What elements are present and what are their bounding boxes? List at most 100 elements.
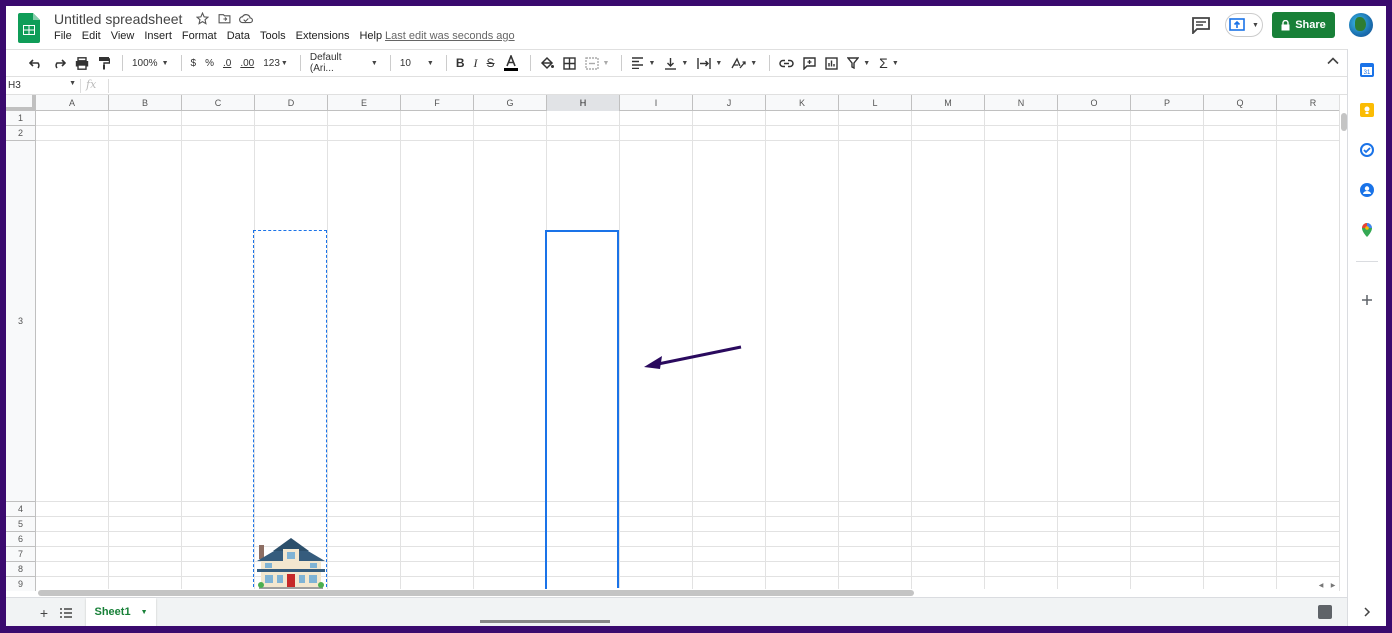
menu-insert[interactable]: Insert	[144, 30, 177, 42]
zoom-select[interactable]: 100% ▼	[129, 53, 172, 73]
menu-help[interactable]: Help	[359, 30, 387, 42]
row-header-6[interactable]: 6	[6, 532, 36, 547]
share-button[interactable]: Share	[1272, 12, 1335, 38]
column-header-d[interactable]: D	[255, 95, 328, 111]
vertical-scrollbar[interactable]	[1339, 95, 1347, 591]
row-header-7[interactable]: 7	[6, 547, 36, 562]
move-folder-icon[interactable]	[216, 10, 232, 26]
menu-file[interactable]: File	[54, 30, 77, 42]
maps-icon[interactable]	[1360, 223, 1374, 237]
chevron-down-icon: ▼	[161, 59, 169, 67]
keep-icon[interactable]	[1360, 103, 1374, 117]
column-header-o[interactable]: O	[1058, 95, 1131, 111]
horizontal-scroll-thumb[interactable]	[38, 590, 914, 596]
menu-view[interactable]: View	[111, 30, 140, 42]
font-size-select[interactable]: 10 ▼	[397, 53, 437, 73]
borders-button[interactable]	[560, 53, 579, 73]
show-side-panel-icon[interactable]	[1360, 605, 1374, 619]
filter-button[interactable]: ▼	[844, 53, 873, 73]
menu-format[interactable]: Format	[182, 30, 222, 42]
column-header-i[interactable]: I	[620, 95, 693, 111]
column-header-j[interactable]: J	[693, 95, 766, 111]
column-header-e[interactable]: E	[328, 95, 401, 111]
cloud-saved-icon[interactable]	[238, 10, 254, 26]
increase-decimal-label: .00	[240, 57, 255, 69]
functions-button[interactable]: Σ ▼	[876, 53, 902, 73]
italic-button[interactable]: I	[471, 53, 481, 73]
percent-format-button[interactable]: %	[202, 53, 217, 73]
contacts-icon[interactable]	[1360, 183, 1374, 197]
number-format-select[interactable]: 123 ▼	[260, 53, 291, 73]
row-header-4[interactable]: 4	[6, 502, 36, 517]
get-addons-icon[interactable]	[1360, 293, 1374, 307]
menu-data[interactable]: Data	[227, 30, 255, 42]
scroll-right-icon[interactable]: ▶	[1328, 581, 1338, 589]
column-header-m[interactable]: M	[912, 95, 985, 111]
grid-line-vertical	[1203, 111, 1204, 591]
font-family-select[interactable]: Default (Ari... ▼	[307, 52, 381, 74]
column-header-q[interactable]: Q	[1204, 95, 1277, 111]
column-header-n[interactable]: N	[985, 95, 1058, 111]
text-rotation-button[interactable]: ▼	[728, 53, 760, 73]
redo-button[interactable]	[49, 53, 69, 73]
column-header-a[interactable]: A	[36, 95, 109, 111]
sheet-tab-sheet1[interactable]: Sheet1 ▼	[86, 598, 156, 626]
comment-history-icon[interactable]	[1191, 16, 1211, 34]
column-header-l[interactable]: L	[839, 95, 912, 111]
row-header-3[interactable]: 3	[6, 141, 36, 502]
increase-decimal-button[interactable]: .00	[237, 53, 257, 73]
annotation-arrow-icon	[644, 345, 742, 369]
print-button[interactable]	[72, 53, 92, 73]
vertical-align-button[interactable]: ▼	[661, 53, 691, 73]
horizontal-scrollbar[interactable]	[36, 589, 1339, 597]
calendar-icon[interactable]: 31	[1360, 63, 1374, 77]
bold-button[interactable]: B	[453, 53, 468, 73]
add-sheet-icon[interactable]: +	[36, 605, 52, 621]
column-header-r[interactable]: R	[1277, 95, 1339, 111]
column-header-k[interactable]: K	[766, 95, 839, 111]
column-header-g[interactable]: G	[474, 95, 547, 111]
all-sheets-icon[interactable]	[58, 605, 74, 621]
insert-chart-button[interactable]	[822, 53, 841, 73]
text-color-button[interactable]	[501, 53, 521, 73]
text-wrapping-button[interactable]: ▼	[694, 53, 725, 73]
row-header-1[interactable]: 1	[6, 111, 36, 126]
fill-color-button[interactable]	[537, 53, 557, 73]
column-header-p[interactable]: P	[1131, 95, 1204, 111]
currency-format-button[interactable]: $	[188, 53, 200, 73]
column-header-b[interactable]: B	[109, 95, 182, 111]
insert-comment-button[interactable]	[800, 53, 819, 73]
row-header-8[interactable]: 8	[6, 562, 36, 577]
undo-button[interactable]	[26, 53, 46, 73]
row-header-9[interactable]: 9	[6, 577, 36, 591]
column-header-f[interactable]: F	[401, 95, 474, 111]
avatar[interactable]	[1349, 13, 1373, 37]
spreadsheet-grid[interactable]: ABCDEFGHIJKLMNOPQR 123456789	[6, 95, 1339, 591]
sheets-logo-icon[interactable]	[18, 13, 40, 43]
house-image[interactable]	[255, 535, 327, 591]
doc-title[interactable]: Untitled spreadsheet	[54, 11, 182, 27]
row-header-5[interactable]: 5	[6, 517, 36, 532]
paint-format-button[interactable]	[95, 53, 113, 73]
select-all-corner[interactable]	[6, 95, 36, 111]
chevron-up-icon[interactable]	[1326, 54, 1340, 68]
name-box[interactable]: H3 ▼	[8, 80, 76, 91]
star-icon[interactable]	[194, 10, 210, 26]
insert-link-button[interactable]	[776, 53, 797, 73]
column-header-h[interactable]: H	[547, 95, 620, 111]
menu-extensions[interactable]: Extensions	[296, 30, 355, 42]
explore-icon[interactable]	[1318, 605, 1332, 619]
merge-cells-button[interactable]: ▼	[582, 53, 613, 73]
column-header-c[interactable]: C	[182, 95, 255, 111]
menu-edit[interactable]: Edit	[82, 30, 106, 42]
row-header-2[interactable]: 2	[6, 126, 36, 141]
tasks-icon[interactable]	[1360, 143, 1374, 157]
present-button[interactable]: ▼	[1225, 13, 1263, 37]
decrease-decimal-button[interactable]: .0	[220, 53, 234, 73]
menu-tools[interactable]: Tools	[260, 30, 291, 42]
horizontal-align-button[interactable]: ▼	[628, 53, 658, 73]
strikethrough-button[interactable]: S	[484, 53, 498, 73]
last-edit-link[interactable]: Last edit was seconds ago	[385, 30, 515, 42]
scroll-left-icon[interactable]: ◀	[1316, 581, 1326, 589]
selected-cell-h3[interactable]	[545, 230, 619, 591]
